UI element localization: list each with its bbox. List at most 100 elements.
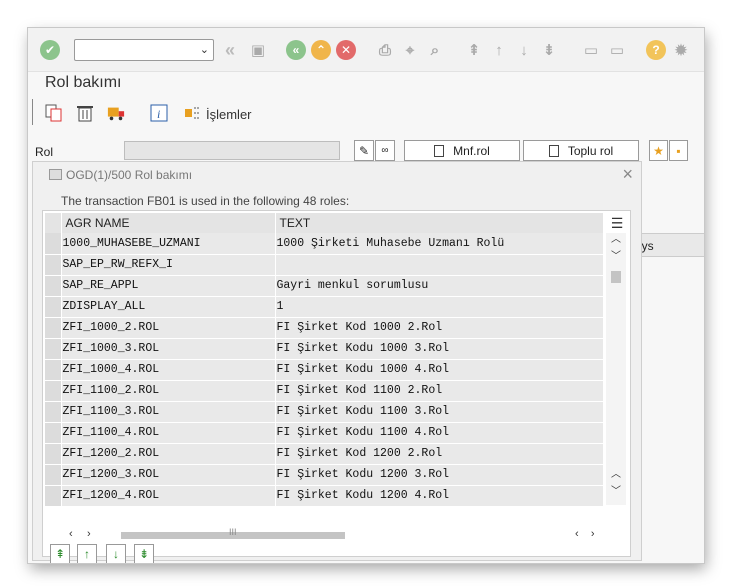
row-selector[interactable] xyxy=(45,296,62,318)
find-next-icon[interactable]: ⌕ xyxy=(425,40,445,60)
cell-agr-name[interactable]: ZFI_1100_3.ROL xyxy=(61,401,276,423)
horizontal-scroll-thumb[interactable]: III xyxy=(121,527,345,539)
mnf-rol-button[interactable]: Mnf.rol xyxy=(404,140,520,161)
row-selector[interactable] xyxy=(45,485,62,507)
scroll-down-icon[interactable]: ﹀ xyxy=(609,251,623,263)
cell-agr-name[interactable]: ZFI_1000_2.ROL xyxy=(61,317,276,339)
next-page-icon[interactable]: ↓ xyxy=(514,40,534,60)
scroll-up-icon[interactable]: ︿ xyxy=(609,234,623,246)
save-icon[interactable]: ▣ xyxy=(248,40,268,60)
cell-agr-name[interactable]: ZFI_1200_2.ROL xyxy=(61,443,276,465)
table-row[interactable]: ZFI_1100_4.ROL FI Şirket Kodu 1100 4.Rol xyxy=(45,422,604,444)
info-icon[interactable]: i xyxy=(150,104,168,122)
rol-input[interactable] xyxy=(124,141,340,160)
row-selector[interactable] xyxy=(45,338,62,360)
cell-text[interactable]: FI Şirket Kod 1200 2.Rol xyxy=(275,443,604,465)
favorite-add-button[interactable]: ★ xyxy=(649,140,668,161)
table-row[interactable]: ZFI_1200_2.ROL FI Şirket Kod 1200 2.Rol xyxy=(45,443,604,465)
table-row[interactable]: ZFI_1200_4.ROL FI Şirket Kodu 1200 4.Rol xyxy=(45,485,604,507)
row-selector[interactable] xyxy=(45,275,62,297)
column-header-agr-name[interactable]: AGR NAME xyxy=(61,213,276,233)
scroll-right-icon[interactable]: › xyxy=(87,528,91,540)
enter-icon[interactable]: ✔ xyxy=(40,40,60,60)
back-double-icon[interactable]: « xyxy=(220,40,240,60)
column-settings-icon[interactable]: ☰ xyxy=(607,213,627,233)
row-selector[interactable] xyxy=(45,443,62,465)
table-row[interactable]: ZFI_1000_2.ROL FI Şirket Kod 1000 2.Rol xyxy=(45,317,604,339)
cancel-icon[interactable]: ✕ xyxy=(336,40,356,60)
row-selector[interactable] xyxy=(45,233,62,255)
table-row[interactable]: ZFI_1200_3.ROL FI Şirket Kodu 1200 3.Rol xyxy=(45,464,604,486)
cell-text[interactable]: FI Şirket Kodu 1000 4.Rol xyxy=(275,359,604,381)
exit-icon[interactable]: ⌃ xyxy=(311,40,331,60)
operations-menu-label[interactable]: İşlemler xyxy=(206,107,252,122)
row-selector[interactable] xyxy=(45,359,62,381)
row-selector[interactable] xyxy=(45,422,62,444)
horizontal-scrollbar[interactable]: ‹ › III xyxy=(63,527,603,543)
cell-text[interactable]: FI Şirket Kodu 1200 3.Rol xyxy=(275,464,604,486)
cell-agr-name[interactable]: ZFI_1100_4.ROL xyxy=(61,422,276,444)
cell-agr-name[interactable]: ZDISPLAY_ALL xyxy=(61,296,276,318)
more-button[interactable]: ▪ xyxy=(669,140,688,161)
last-page-icon[interactable]: ⇟ xyxy=(539,40,559,60)
cell-agr-name[interactable]: 1000_MUHASEBE_UZMANI xyxy=(61,233,276,255)
prev-page-icon[interactable]: ↑ xyxy=(77,544,97,563)
display-button[interactable]: ∞ xyxy=(375,140,395,161)
cell-agr-name[interactable]: SAP_EP_RW_REFX_I xyxy=(61,254,276,276)
column-header-text[interactable]: TEXT xyxy=(275,213,604,233)
table-row[interactable]: ZFI_1000_4.ROL FI Şirket Kodu 1000 4.Rol xyxy=(45,359,604,381)
table-row[interactable]: SAP_RE_APPL Gayri menkul sorumlusu xyxy=(45,275,604,297)
table-row[interactable]: 1000_MUHASEBE_UZMANI 1000 Şirketi Muhaseb… xyxy=(45,233,604,255)
cell-agr-name[interactable]: ZFI_1200_4.ROL xyxy=(61,485,276,507)
copy-icon[interactable] xyxy=(45,104,63,122)
new-session-icon[interactable]: ▭ xyxy=(581,40,601,60)
shortcut-icon[interactable]: ▭ xyxy=(607,40,627,60)
cell-text[interactable] xyxy=(275,254,604,276)
first-page-icon[interactable]: ⇞ xyxy=(464,40,484,60)
table-row[interactable]: ZFI_1100_2.ROL FI Şirket Kod 1100 2.Rol xyxy=(45,380,604,402)
scroll-left-icon[interactable]: ‹ xyxy=(575,528,579,540)
transport-icon[interactable] xyxy=(107,104,125,122)
row-selector-header[interactable] xyxy=(45,213,62,233)
cell-text[interactable]: FI Şirket Kodu 1000 3.Rol xyxy=(275,338,604,360)
back-icon[interactable]: « xyxy=(286,40,306,60)
cell-text[interactable]: 1000 Şirketi Muhasebe Uzmanı Rolü xyxy=(275,233,604,255)
table-row[interactable]: ZFI_1000_3.ROL FI Şirket Kodu 1000 3.Rol xyxy=(45,338,604,360)
dialog-header[interactable]: OGD(1)/500 Rol bakımı × xyxy=(33,162,641,187)
cell-text[interactable]: FI Şirket Kod 1000 2.Rol xyxy=(275,317,604,339)
last-page-icon[interactable]: ⇟ xyxy=(134,544,154,563)
cell-agr-name[interactable]: ZFI_1000_3.ROL xyxy=(61,338,276,360)
cell-text[interactable]: FI Şirket Kodu 1100 4.Rol xyxy=(275,422,604,444)
cell-agr-name[interactable]: ZFI_1100_2.ROL xyxy=(61,380,276,402)
row-selector[interactable] xyxy=(45,317,62,339)
table-row[interactable]: SAP_EP_RW_REFX_I xyxy=(45,254,604,276)
operations-icon[interactable] xyxy=(184,104,202,122)
scroll-left-icon[interactable]: ‹ xyxy=(69,528,73,540)
row-selector[interactable] xyxy=(45,401,62,423)
first-page-icon[interactable]: ⇞ xyxy=(50,544,70,563)
cell-text[interactable]: FI Şirket Kodu 1200 4.Rol xyxy=(275,485,604,507)
cell-agr-name[interactable]: ZFI_1000_4.ROL xyxy=(61,359,276,381)
help-icon[interactable]: ? xyxy=(646,40,666,60)
scroll-down-icon[interactable]: ﹀ xyxy=(609,486,623,498)
cell-agr-name[interactable]: SAP_RE_APPL xyxy=(61,275,276,297)
scroll-right-icon[interactable]: › xyxy=(591,528,595,540)
edit-button[interactable]: ✎ xyxy=(354,140,374,161)
cell-text[interactable]: FI Şirket Kodu 1100 3.Rol xyxy=(275,401,604,423)
table-row[interactable]: ZDISPLAY_ALL 1 xyxy=(45,296,604,318)
close-icon[interactable]: × xyxy=(622,164,633,185)
chevron-down-icon[interactable]: ⌄ xyxy=(200,43,209,56)
toplu-rol-button[interactable]: Toplu rol xyxy=(523,140,639,161)
cell-text[interactable]: FI Şirket Kod 1100 2.Rol xyxy=(275,380,604,402)
row-selector[interactable] xyxy=(45,380,62,402)
table-row[interactable]: ZFI_1100_3.ROL FI Şirket Kodu 1100 3.Rol xyxy=(45,401,604,423)
print-icon[interactable]: ⎙ xyxy=(375,40,395,60)
vertical-scroll-thumb[interactable] xyxy=(611,271,621,283)
scroll-up-icon[interactable]: ︿ xyxy=(609,469,623,481)
next-page-icon[interactable]: ↓ xyxy=(106,544,126,563)
delete-icon[interactable] xyxy=(76,104,94,122)
settings-icon[interactable]: ✹ xyxy=(671,40,691,60)
cell-text[interactable]: 1 xyxy=(275,296,604,318)
prev-page-icon[interactable]: ↑ xyxy=(489,40,509,60)
row-selector[interactable] xyxy=(45,464,62,486)
